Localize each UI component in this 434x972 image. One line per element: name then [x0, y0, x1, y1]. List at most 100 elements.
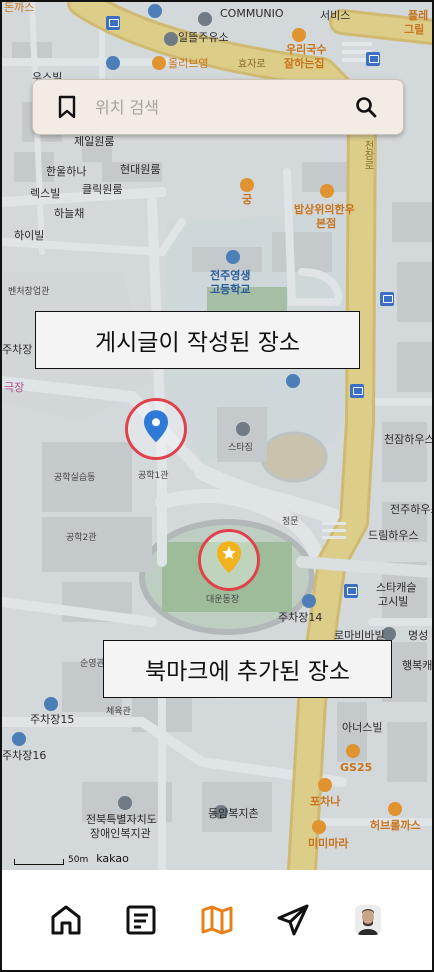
bottom-nav — [2, 870, 432, 970]
map-icon — [201, 905, 233, 935]
map-label: 우리국수 — [286, 43, 327, 56]
bus-stop-icon[interactable] — [106, 16, 120, 30]
map-provider-logo: kakao — [96, 852, 129, 865]
map-label: 스타짐 — [228, 443, 253, 453]
map-label: 공학실습동 — [54, 473, 96, 483]
map-label: 동암복지촌 — [208, 807, 259, 820]
map-label: 제일원룸 — [74, 135, 115, 148]
restaurant-icon[interactable] — [240, 178, 254, 192]
map-label: 천잠로 — [362, 140, 373, 170]
bookmark-location-marker[interactable] — [198, 529, 260, 591]
map-label: 허브롤까스 — [370, 819, 421, 832]
map-label: 밥상위의한우 — [294, 203, 355, 216]
map-label: 서비스 — [320, 9, 351, 22]
scale-distance: 50m — [68, 855, 89, 865]
map-label: 전주하우스 — [390, 503, 432, 516]
map-label: 그릴 — [404, 23, 425, 36]
send-icon — [277, 904, 309, 936]
board-icon — [126, 905, 156, 935]
restaurant-icon[interactable] — [320, 184, 334, 198]
bookmark-star-pin-icon — [217, 541, 241, 574]
map-label: 벤처창업관 — [8, 287, 50, 297]
map-label: 행복캐슬 — [402, 659, 432, 672]
nav-profile[interactable] — [346, 898, 390, 942]
restaurant-icon[interactable] — [318, 778, 332, 792]
parking-icon[interactable] — [106, 56, 120, 70]
map-label: 현대원룸 — [120, 163, 161, 176]
bookmark-icon[interactable] — [57, 95, 77, 119]
bus-stop-icon[interactable] — [344, 584, 358, 598]
map-label: 극장 — [4, 381, 25, 394]
home-icon — [51, 905, 81, 935]
bus-stop-icon[interactable] — [350, 384, 364, 398]
gas-station-icon[interactable] — [164, 32, 178, 46]
map-label: 미미마라 — [308, 837, 349, 850]
map-label: 대운동장 — [206, 595, 240, 605]
search-bar[interactable] — [32, 79, 404, 135]
map-label: 아너스빌 — [342, 721, 383, 734]
map-label: GS25 — [340, 761, 373, 774]
map-label: 천잠하우스 — [384, 433, 432, 446]
map-label: 장애인복지관 — [90, 827, 151, 840]
post-place-callout: 게시글이 작성된 장소 — [35, 311, 360, 369]
bookmark-place-callout: 북마크에 추가된 장소 — [103, 640, 392, 698]
map-label: 클릭원룸 — [82, 183, 123, 196]
map-scale: 50m kakao — [14, 852, 129, 865]
map-label: COMMUNIO — [220, 7, 284, 20]
map-label: 하이빌 — [14, 229, 45, 242]
restaurant-icon[interactable] — [388, 802, 402, 816]
avatar — [355, 905, 382, 935]
post-location-marker[interactable] — [125, 398, 187, 460]
map-label: 고시빌 — [378, 595, 409, 608]
bus-stop-icon[interactable] — [366, 52, 380, 66]
map-view[interactable]: 돈까스 COMMUNIO 서비스 일뜰주유소 올리브영 효자로 우리국수 잘하는… — [2, 2, 432, 870]
parking-icon[interactable] — [302, 594, 316, 608]
map-label: 공학2관 — [66, 533, 97, 543]
search-input[interactable] — [95, 97, 355, 117]
map-label: 일뜰주유소 — [178, 31, 229, 44]
bus-stop-icon[interactable] — [380, 292, 394, 306]
gym-icon[interactable] — [236, 422, 250, 436]
map-label: 체육관 — [106, 707, 131, 717]
map-label: 순영관 — [80, 659, 105, 669]
scale-bar — [14, 859, 64, 865]
map-label: 스타캐슬 — [376, 581, 417, 594]
location-pin-icon[interactable] — [148, 4, 162, 18]
restaurant-icon[interactable] — [312, 820, 326, 834]
map-label: 주차장16 — [2, 749, 47, 762]
map-label: 효자로 — [238, 59, 266, 70]
map-label: 정문 — [282, 517, 299, 527]
place-icon[interactable] — [286, 374, 300, 388]
nav-board[interactable] — [119, 898, 163, 942]
profile-avatar-icon — [355, 905, 382, 935]
map-label: 돈까스 — [4, 2, 35, 14]
map-label: 올리브영 — [168, 57, 209, 70]
nav-home[interactable] — [44, 898, 88, 942]
shop-icon[interactable] — [152, 56, 166, 70]
map-label: 렉스빌 — [30, 187, 61, 200]
map-label: 주차장 — [2, 343, 33, 356]
map-label: 포차나 — [310, 795, 341, 808]
map-label: 본점 — [316, 217, 337, 230]
map-label: 잘하는집 — [284, 57, 325, 70]
map-label: 공학1관 — [138, 471, 169, 481]
map-label: 드림하우스 — [368, 529, 419, 542]
map-label: 플레 — [408, 9, 429, 22]
search-icon[interactable] — [355, 96, 377, 118]
map-label: 주차장14 — [278, 611, 323, 624]
map-label: 전주영생 — [210, 269, 251, 282]
restaurant-icon[interactable] — [292, 28, 306, 42]
map-label: 전북특별자치도 — [86, 813, 157, 826]
place-icon[interactable] — [118, 796, 132, 810]
school-icon[interactable] — [226, 250, 240, 264]
map-label: 고등학교 — [210, 283, 251, 296]
convenience-store-icon[interactable] — [346, 744, 360, 758]
place-icon[interactable] — [198, 12, 212, 26]
post-pin-icon — [144, 410, 168, 443]
map-label: 한울하나 — [46, 165, 87, 178]
nav-map[interactable] — [195, 898, 239, 942]
map-label: 하늘채 — [54, 207, 85, 220]
parking-icon[interactable] — [44, 697, 58, 711]
nav-send[interactable] — [271, 898, 315, 942]
parking-icon[interactable] — [12, 732, 26, 746]
